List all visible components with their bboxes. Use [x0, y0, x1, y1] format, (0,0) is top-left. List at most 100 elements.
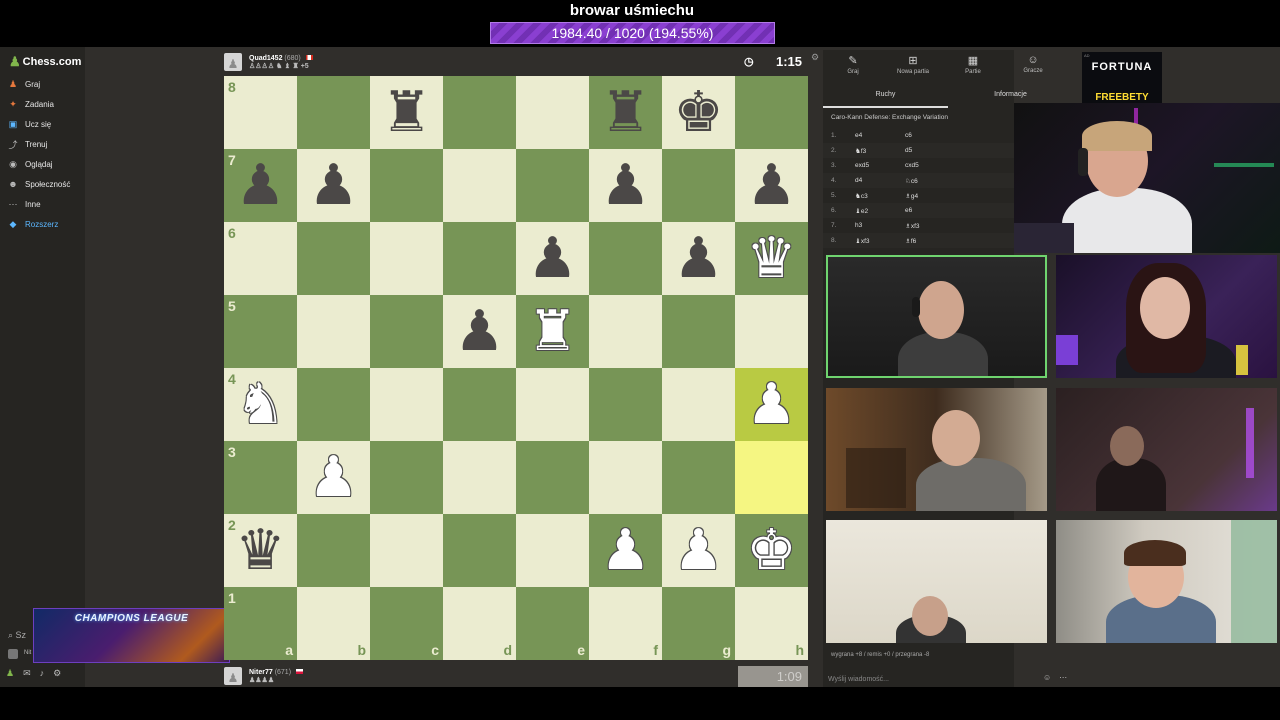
sidebar-item-1[interactable]: ✦ Zadania	[8, 96, 54, 112]
more-icon[interactable]: ⋯	[1059, 673, 1067, 682]
square-d5[interactable]: ♟	[443, 295, 516, 368]
black-rook-piece[interactable]: ♜	[600, 84, 650, 141]
tab-3[interactable]: ☺ Gracze	[1003, 54, 1063, 82]
white-king-piece[interactable]: ♚	[746, 522, 796, 579]
square-a2[interactable]: 2 ♛	[224, 514, 297, 587]
square-e3[interactable]	[516, 441, 589, 514]
square-a1[interactable]: 1a	[224, 587, 297, 660]
square-d6[interactable]	[443, 222, 516, 295]
square-e2[interactable]	[516, 514, 589, 587]
sidebar-item-3[interactable]: ⤴ Trenuj	[8, 136, 47, 152]
square-h1[interactable]: h	[735, 587, 808, 660]
square-g1[interactable]: g	[662, 587, 735, 660]
square-h4[interactable]: ♟	[735, 368, 808, 441]
white-pawn-piece[interactable]: ♟	[308, 449, 358, 506]
square-c3[interactable]	[370, 441, 443, 514]
square-b5[interactable]	[297, 295, 370, 368]
black-move[interactable]: d5	[905, 147, 965, 154]
square-d3[interactable]	[443, 441, 516, 514]
square-f2[interactable]: ♟	[589, 514, 662, 587]
white-pawn-piece[interactable]: ♟	[600, 522, 650, 579]
white-move[interactable]: e4	[855, 132, 905, 139]
black-pawn-piece[interactable]: ♟	[746, 157, 796, 214]
chat-input[interactable]: Wyślij wiadomość...	[823, 672, 1073, 686]
square-c5[interactable]	[370, 295, 443, 368]
square-h6[interactable]: ♛	[735, 222, 808, 295]
subtab-0[interactable]: Ruchy	[823, 88, 948, 108]
square-e1[interactable]: e	[516, 587, 589, 660]
white-move[interactable]: ♞f3	[855, 147, 905, 155]
square-f4[interactable]	[589, 368, 662, 441]
square-b4[interactable]	[297, 368, 370, 441]
board-settings-icon[interactable]: ⚙	[811, 52, 819, 63]
square-c7[interactable]	[370, 149, 443, 222]
square-g3[interactable]	[662, 441, 735, 514]
black-king-piece[interactable]: ♚	[673, 84, 723, 141]
white-rook-piece[interactable]: ♜	[527, 303, 577, 360]
search-icon[interactable]: ⌕ Sz	[8, 630, 26, 641]
top-player-name[interactable]: Quad1452	[249, 55, 282, 62]
mail-icon[interactable]: ✉	[23, 668, 31, 679]
square-g6[interactable]: ♟	[662, 222, 735, 295]
square-e6[interactable]: ♟	[516, 222, 589, 295]
square-a5[interactable]: 5	[224, 295, 297, 368]
black-move[interactable]: e6	[905, 207, 965, 214]
black-queen-piece[interactable]: ♛	[235, 522, 285, 579]
sidebar-item-7[interactable]: ◆ Rozszerz	[8, 216, 59, 232]
square-c1[interactable]: c	[370, 587, 443, 660]
square-b1[interactable]: b	[297, 587, 370, 660]
black-pawn-piece[interactable]: ♟	[308, 157, 358, 214]
square-h3[interactable]	[735, 441, 808, 514]
play-small-icon[interactable]: ♟	[6, 668, 14, 679]
bell-icon[interactable]: ♪	[40, 668, 45, 679]
square-a4[interactable]: 4 ♞	[224, 368, 297, 441]
white-move[interactable]: d4	[855, 177, 905, 184]
square-a8[interactable]: 8	[224, 76, 297, 149]
square-b3[interactable]: ♟	[297, 441, 370, 514]
square-d2[interactable]	[443, 514, 516, 587]
white-pawn-piece[interactable]: ♟	[746, 376, 796, 433]
square-g8[interactable]: ♚	[662, 76, 735, 149]
square-d4[interactable]	[443, 368, 516, 441]
bottom-player-avatar[interactable]: ♟	[224, 667, 242, 685]
square-c2[interactable]	[370, 514, 443, 587]
black-move[interactable]: ♗xf3	[905, 222, 965, 230]
sidebar-item-0[interactable]: ♟ Graj	[8, 76, 40, 92]
square-d8[interactable]	[443, 76, 516, 149]
bottom-player-name[interactable]: Niter77	[249, 669, 273, 676]
square-e4[interactable]	[516, 368, 589, 441]
white-pawn-piece[interactable]: ♟	[673, 522, 723, 579]
square-a3[interactable]: 3	[224, 441, 297, 514]
white-move[interactable]: ♞c3	[855, 192, 905, 200]
square-h7[interactable]: ♟	[735, 149, 808, 222]
black-pawn-piece[interactable]: ♟	[454, 303, 504, 360]
black-move[interactable]: c6	[905, 132, 965, 139]
square-e5[interactable]: ♜	[516, 295, 589, 368]
square-e7[interactable]	[516, 149, 589, 222]
square-f7[interactable]: ♟	[589, 149, 662, 222]
square-b6[interactable]	[297, 222, 370, 295]
black-pawn-piece[interactable]: ♟	[600, 157, 650, 214]
square-h5[interactable]	[735, 295, 808, 368]
white-move[interactable]: ♝xf3	[855, 237, 905, 245]
square-f3[interactable]	[589, 441, 662, 514]
square-g2[interactable]: ♟	[662, 514, 735, 587]
gear-icon[interactable]: ⚙	[53, 668, 61, 679]
emoji-icon[interactable]: ☺	[1043, 673, 1051, 682]
sidebar-item-6[interactable]: ⋯ Inne	[8, 196, 41, 212]
square-f6[interactable]	[589, 222, 662, 295]
square-a7[interactable]: 7 ♟	[224, 149, 297, 222]
square-f8[interactable]: ♜	[589, 76, 662, 149]
top-player-avatar[interactable]: ♟	[224, 53, 242, 71]
tab-2[interactable]: ▦ Partie	[943, 54, 1003, 82]
square-d1[interactable]: d	[443, 587, 516, 660]
tab-0[interactable]: ✎ Graj	[823, 54, 883, 82]
user-avatar[interactable]	[8, 649, 18, 659]
square-g7[interactable]	[662, 149, 735, 222]
sidebar-item-5[interactable]: ☻ Społeczność	[8, 176, 70, 192]
square-f5[interactable]	[589, 295, 662, 368]
black-move[interactable]: ♘c6	[905, 177, 965, 185]
white-move[interactable]: h3	[855, 222, 905, 229]
black-pawn-piece[interactable]: ♟	[527, 230, 577, 287]
square-c4[interactable]	[370, 368, 443, 441]
